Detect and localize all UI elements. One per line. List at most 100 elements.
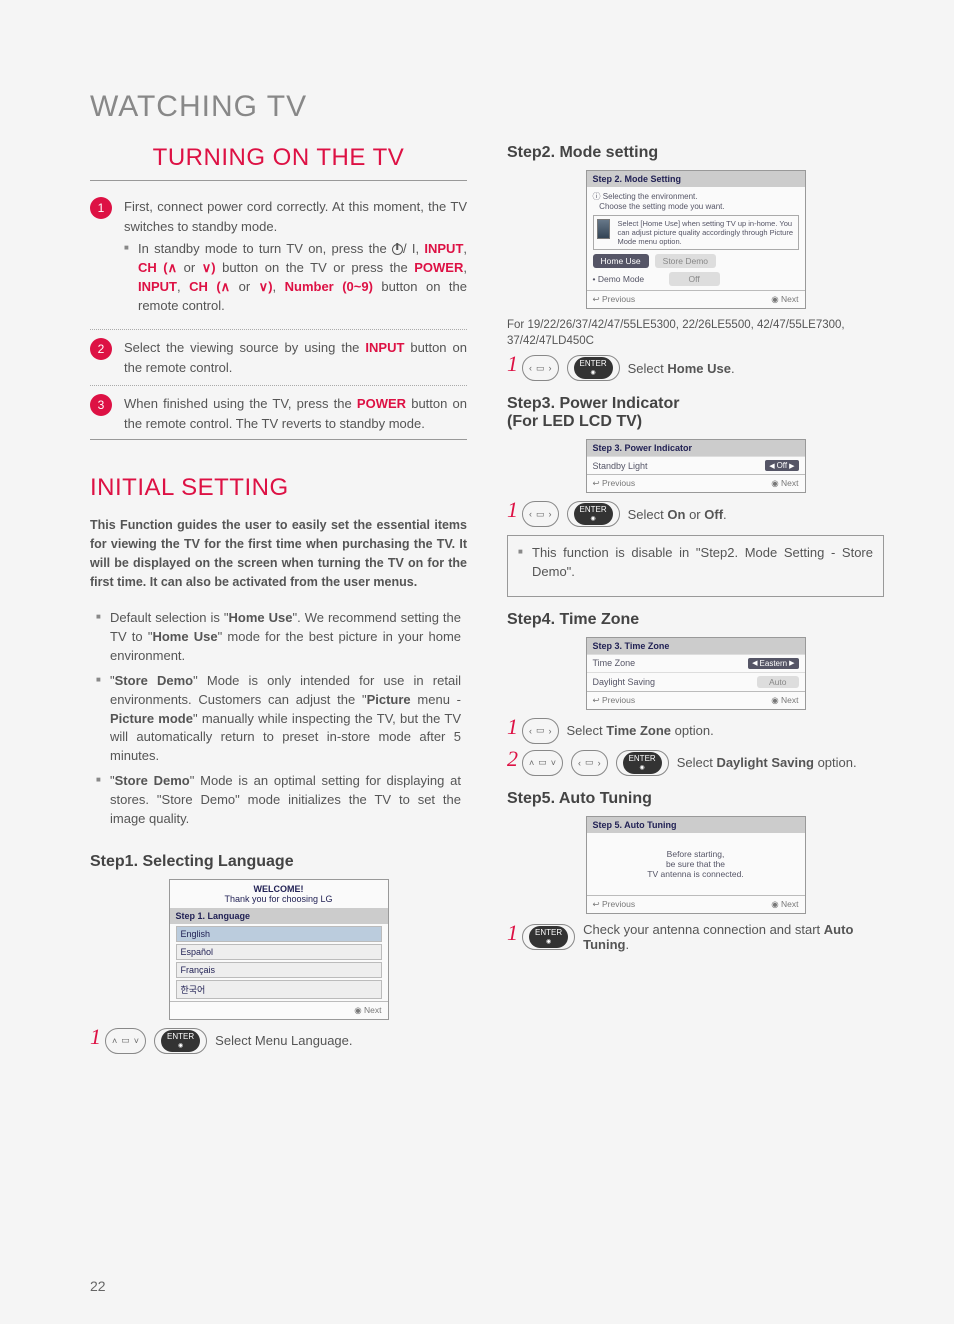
spinner: ◀Off▶ (765, 460, 798, 471)
dpad-updown-icon: ˄▭˅ (522, 750, 563, 776)
osd-footer: Previous Next (587, 290, 805, 308)
lang-francais: Français (176, 962, 382, 978)
osd-language: WELCOME! Thank you for choosing LG Step … (169, 879, 389, 1020)
osd-power-indicator: Step 3. Power Indicator Standby Light ◀O… (586, 439, 806, 493)
right-column: Step2. Mode setting Step 2. Mode Setting… (507, 144, 884, 1056)
lang-korean: 한국어 (176, 980, 382, 999)
t: CH ( (189, 279, 221, 294)
initial-bullets: Default selection is "Home Use". We reco… (90, 605, 467, 838)
t: Check your antenna connection and start (583, 922, 824, 937)
t: option. (814, 755, 857, 770)
osd-row-tz: Time Zone ◀Eastern▶ (587, 654, 805, 672)
t: Select (628, 507, 668, 522)
t: Picture mode (110, 711, 193, 726)
osd-row: Standby Light ◀Off▶ (587, 456, 805, 474)
step-3-text: When finished using the TV, press the PO… (124, 394, 467, 433)
left-column: TURNING ON THE TV 1 First, connect power… (90, 144, 467, 1056)
t: . (731, 361, 735, 376)
t: ∨ (202, 260, 212, 275)
dpad-leftright-icon: ‹▭› (522, 355, 559, 381)
enter-button-icon: ENTER◉ (616, 750, 669, 776)
dot-icon (771, 899, 778, 909)
substep-1: 1 (507, 353, 518, 375)
t: (For LED LCD TV) (507, 413, 642, 430)
t: Next (781, 478, 798, 488)
t: or (230, 279, 259, 294)
back-icon (593, 899, 600, 909)
osd-mode: Step 2. Mode Setting ⓘ Selecting the env… (586, 170, 806, 309)
substep-2: 2 (507, 748, 518, 770)
osd-header: Step 3. Time Zone (587, 638, 805, 654)
step2-models: For 19/22/26/37/42/47/55LE5300, 22/26LE5… (507, 317, 884, 349)
t: Time Zone (606, 723, 671, 738)
t: Off (704, 507, 723, 522)
t: When finished using the TV, press the (124, 396, 357, 411)
step5-remote-row: 1 ENTER◉ Check your antenna connection a… (507, 922, 884, 952)
t: Home Use (667, 361, 731, 376)
t: , (177, 279, 189, 294)
t: Selecting the environment. (603, 192, 698, 201)
t: be sure that the (593, 859, 799, 869)
step2-instr: Select Home Use. (628, 361, 735, 376)
turning-on-title: TURNING ON THE TV (90, 144, 467, 172)
t: Standby Light (593, 461, 648, 471)
enter-button-icon: ENTER◉ (567, 355, 620, 381)
t: Home Use (229, 610, 293, 625)
osd-body: ⓘ Selecting the environment. Choose the … (587, 187, 805, 290)
step-number-2: 2 (90, 338, 112, 360)
t: ENTER (580, 505, 607, 514)
step3-note: This function is disable in "Step2. Mode… (507, 535, 884, 597)
t: Next (364, 1005, 381, 1015)
step2-remote-row: 1 ‹▭› ENTER◉ Select Home Use. (507, 355, 884, 381)
t: option. (671, 723, 714, 738)
t: In standby mode to turn TV on, press the (138, 241, 392, 256)
step3-remote-row: 1 ‹▭› ENTER◉ Select On or Off. (507, 501, 884, 527)
divider (90, 180, 467, 181)
lang-espanol: Español (176, 944, 382, 960)
osd-footer: Next (170, 1001, 388, 1019)
t: Default selection is " (110, 610, 229, 625)
initial-intro: This Function guides the user to easily … (90, 516, 467, 591)
step1-title: Step1. Selecting Language (90, 853, 467, 871)
osd-time-zone: Step 3. Time Zone Time Zone ◀Eastern▶ Da… (586, 637, 806, 710)
t: or (685, 507, 704, 522)
step-3: 3 When finished using the TV, press the … (90, 394, 467, 433)
osd-auto-tuning: Step 5. Auto Tuning Before starting, be … (586, 816, 806, 914)
osd-row-ds: Daylight Saving Auto (587, 672, 805, 691)
t: Previous (602, 294, 635, 304)
step4-title: Step4. Time Zone (507, 611, 884, 629)
t: TV antenna is connected. (593, 869, 799, 879)
step1-remote-row: 1 ˄▭˅ ENTER◉ Select Menu Language. (90, 1028, 467, 1054)
spinner: ◀Eastern▶ (748, 658, 798, 669)
t: . (625, 937, 629, 952)
dot-icon (354, 1005, 361, 1015)
t: Next (781, 899, 798, 909)
enter-button-icon: ENTER◉ (154, 1028, 207, 1054)
t: . (723, 507, 727, 522)
osd-header: Step 2. Mode Setting (587, 171, 805, 187)
t: Store Demo (115, 673, 194, 688)
t: or (177, 260, 202, 275)
initial-setting-title: INITIAL SETTING (90, 474, 467, 502)
step-1: 1 First, connect power cord correctly. A… (90, 197, 467, 321)
osd-header: Step 5. Auto Tuning (587, 817, 805, 833)
osd-welcome: WELCOME! Thank you for choosing LG (170, 880, 388, 908)
t: Home Use (152, 629, 217, 644)
enter-button-icon: ENTER◉ (567, 501, 620, 527)
step2-title: Step2. Mode setting (507, 144, 884, 162)
step-number-3: 3 (90, 394, 112, 416)
step4-remote-row-2: 2 ˄▭˅ ‹▭› ENTER◉ Select Daylight Saving … (507, 750, 884, 776)
bullet-store-demo-2: "Store Demo" Mode is an optimal setting … (96, 772, 461, 829)
osd-header: Step 1. Language (170, 908, 388, 924)
t: Daylight Saving (716, 755, 814, 770)
mode-store-demo: Store Demo (655, 254, 716, 268)
t: Picture (367, 692, 411, 707)
substep-1: 1 (507, 922, 518, 944)
t: Choose the setting mode you want. (599, 202, 724, 211)
t: Next (781, 294, 798, 304)
mode-home-use: Home Use (593, 254, 649, 268)
step-number-1: 1 (90, 197, 112, 219)
s1-bullet: In standby mode to turn TV on, press the… (124, 240, 467, 315)
step3-instr: Select On or Off. (628, 507, 727, 522)
osd-footer: Previous Next (587, 474, 805, 492)
